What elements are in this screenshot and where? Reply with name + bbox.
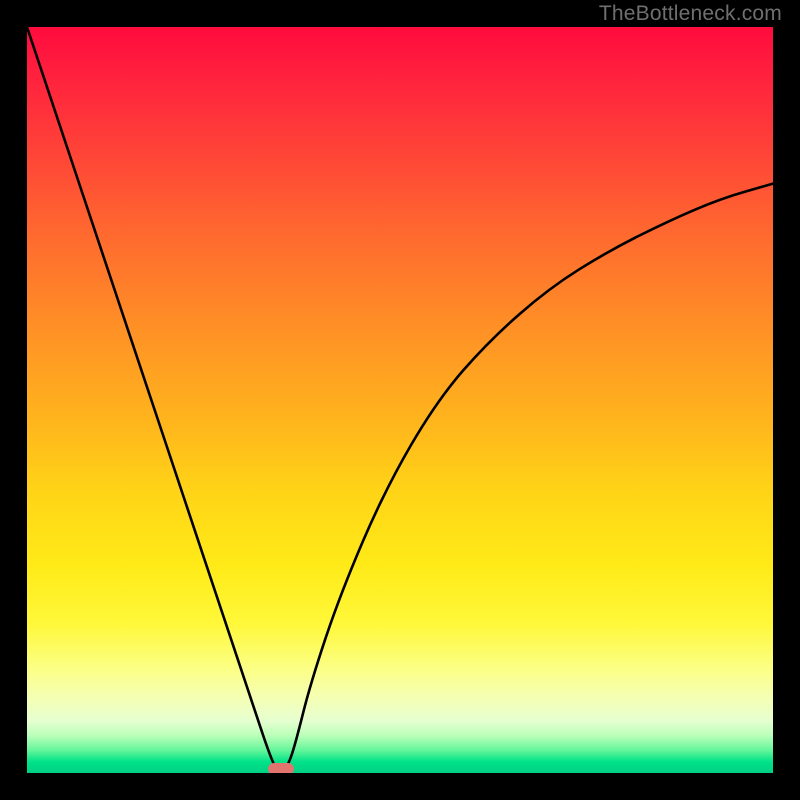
bottleneck-curve-svg (27, 27, 773, 773)
optimal-point-marker (268, 763, 294, 773)
plot-area (27, 27, 773, 773)
bottleneck-curve-line (27, 27, 773, 771)
chart-frame: TheBottleneck.com (0, 0, 800, 800)
watermark-text: TheBottleneck.com (599, 2, 782, 26)
